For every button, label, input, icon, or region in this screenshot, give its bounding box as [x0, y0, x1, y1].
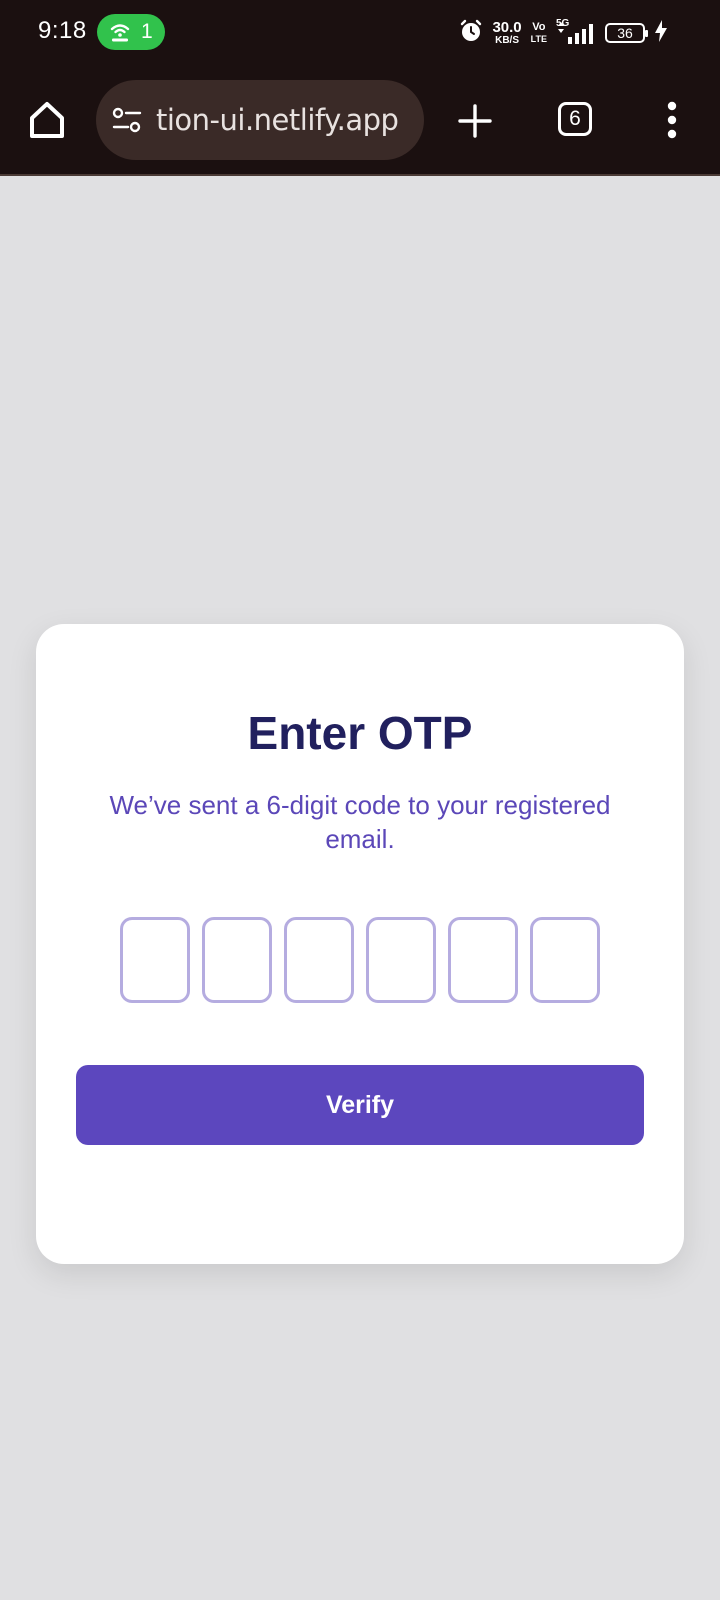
otp-digit-2[interactable]: [202, 917, 272, 1003]
volte-bottom: LTE: [530, 34, 547, 44]
status-bar: 9:18 1 30.0 KB/S Vo LTE 5G 36: [0, 0, 720, 66]
status-time: 9:18: [38, 17, 87, 44]
more-vert-icon: [660, 101, 684, 144]
status-icons: 30.0 KB/S Vo LTE 5G 36: [459, 16, 668, 50]
otp-digit-4[interactable]: [366, 917, 436, 1003]
alarm-icon: [459, 19, 483, 48]
browser-toolbar: tion-ui.netlify.app 6: [0, 66, 720, 176]
signal-indicator: 5G: [556, 18, 596, 45]
page-title: Enter OTP: [247, 707, 473, 759]
more-menu-button[interactable]: [660, 100, 684, 140]
verify-button[interactable]: Verify: [76, 1065, 644, 1145]
battery-icon: 36: [605, 23, 648, 43]
hotspot-count: 1: [141, 20, 153, 43]
network-speed-unit: KB/S: [495, 35, 519, 46]
otp-input-group: [120, 917, 600, 1003]
new-tab-icon: [458, 104, 492, 142]
volte-indicator: Vo LTE: [531, 22, 547, 44]
otp-digit-1[interactable]: [120, 917, 190, 1003]
new-tab-button[interactable]: [458, 104, 492, 138]
battery-level: 36: [617, 25, 633, 41]
tab-switcher-button[interactable]: 6: [558, 102, 592, 136]
home-button[interactable]: [27, 99, 67, 141]
hotspot-indicator: 1: [97, 14, 165, 50]
otp-digit-6[interactable]: [530, 917, 600, 1003]
otp-digit-3[interactable]: [284, 917, 354, 1003]
network-speed: 30.0 KB/S: [492, 20, 521, 46]
url-bar[interactable]: tion-ui.netlify.app: [96, 80, 424, 160]
otp-instructions: We’ve sent a 6-digit code to your regist…: [109, 790, 611, 854]
otp-digit-5[interactable]: [448, 917, 518, 1003]
url-text: tion-ui.netlify.app: [156, 103, 399, 137]
otp-card: Enter OTP We’ve sent a 6-digit code to y…: [36, 624, 684, 1264]
home-icon: [27, 102, 67, 145]
hotspot-icon: [109, 21, 131, 43]
tab-count: 6: [569, 107, 581, 130]
volte-top: Vo: [532, 21, 546, 33]
site-settings-icon[interactable]: [112, 107, 142, 133]
charging-icon: [654, 19, 668, 48]
network-speed-value: 30.0: [492, 19, 522, 36]
